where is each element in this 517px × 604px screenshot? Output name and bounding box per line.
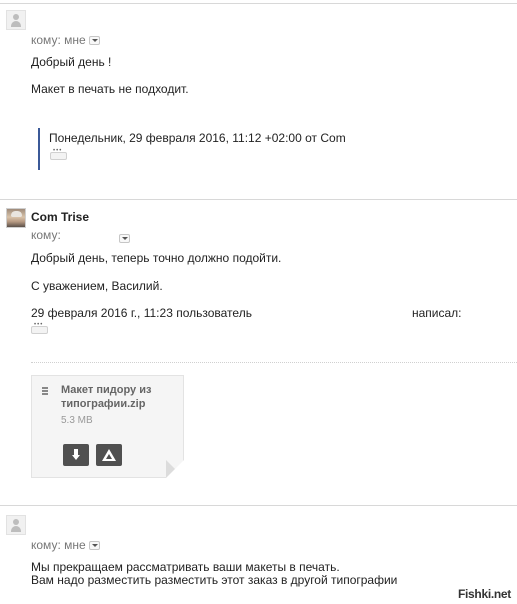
recipient-line: кому: мне	[31, 33, 100, 47]
attachment-card[interactable]: Макет пидору из типографии.zip 5.3 MB	[31, 375, 184, 478]
show-trimmed-content-button[interactable]	[31, 322, 48, 334]
avatar	[6, 515, 26, 535]
recipient-line: кому: мне	[31, 538, 100, 552]
download-icon	[72, 449, 80, 461]
attachment-size: 5.3 MB	[61, 415, 93, 426]
quote-header: Понедельник, 29 февраля 2016, 11:12 +02:…	[49, 131, 345, 145]
page-fold-corner	[166, 460, 184, 478]
message-line-2: С уважением, Василий.	[31, 279, 163, 293]
details-dropdown-icon[interactable]	[88, 36, 100, 46]
save-to-drive-button[interactable]	[96, 444, 122, 466]
watermark: Fishki.net	[457, 587, 511, 601]
attachment-name: Макет пидору из типографии.zip	[61, 384, 152, 410]
drive-icon	[102, 449, 116, 461]
attachment-divider	[31, 362, 517, 363]
message-greeting: Добрый день !	[31, 55, 112, 69]
divider-2	[0, 505, 517, 506]
divider-1	[0, 199, 517, 200]
download-button[interactable]	[63, 444, 89, 466]
message-line-2: Вам надо разместить разместить этот зака…	[31, 573, 398, 587]
details-dropdown-icon[interactable]	[88, 541, 100, 551]
zip-icon	[42, 387, 48, 399]
top-divider	[0, 3, 517, 4]
recipient-label: кому: мне	[31, 33, 86, 47]
show-trimmed-content-button[interactable]	[50, 148, 67, 160]
recipient-line: кому:	[31, 228, 61, 242]
message-line-1: Добрый день, теперь точно должно подойти…	[31, 251, 282, 265]
sender-avatar	[6, 208, 26, 228]
details-dropdown-icon[interactable]	[119, 234, 130, 244]
message-body: Макет в печать не подходит.	[31, 82, 189, 96]
message-line-1: Мы прекращаем рассматривать ваши макеты …	[31, 560, 340, 574]
sender-name: Com Trise	[31, 210, 90, 224]
quote-bar	[38, 128, 40, 170]
recipient-label: кому:	[31, 228, 61, 242]
avatar	[6, 10, 26, 30]
recipient-label: кому: мне	[31, 538, 86, 552]
quote-wrote: написал:	[412, 306, 462, 320]
quote-header: 29 февраля 2016 г., 11:23 пользователь	[31, 306, 252, 320]
